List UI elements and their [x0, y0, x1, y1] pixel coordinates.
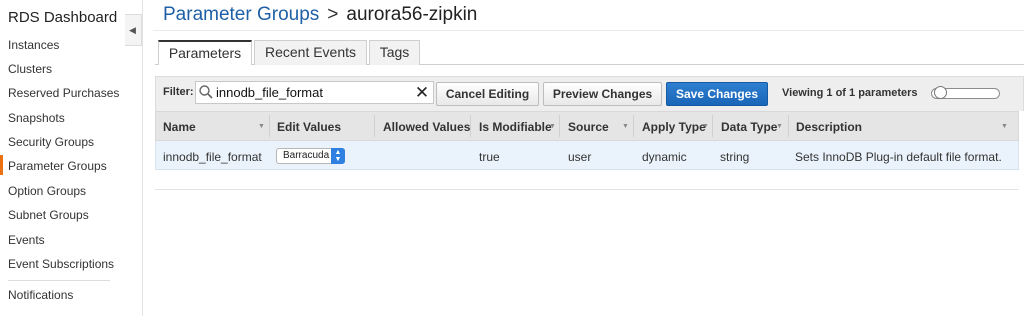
cell-data-type: string — [720, 150, 750, 164]
cell-apply-type: dynamic — [642, 150, 687, 164]
filter-input[interactable] — [216, 84, 411, 101]
column-header-is-modifiable[interactable]: Is Modifiable — [479, 120, 552, 134]
edit-value-select[interactable]: Barracuda ▲ ▼ — [276, 148, 345, 164]
sidebar-item-snapshots[interactable]: Snapshots — [8, 111, 65, 125]
active-item-marker — [0, 155, 3, 175]
filter-label: Filter: — [163, 86, 194, 98]
breadcrumb: Parameter Groups > aurora56-zipkin — [163, 4, 477, 26]
column-divider — [712, 115, 713, 137]
column-header-source[interactable]: Source — [568, 120, 609, 134]
sidebar-title[interactable]: RDS Dashboard — [8, 9, 117, 26]
chevron-up-down-icon[interactable]: ▲ ▼ — [331, 148, 345, 164]
sort-arrow-icon[interactable]: ▼ — [258, 123, 265, 130]
sidebar-item-parameter-groups[interactable]: Parameter Groups — [8, 159, 107, 173]
breadcrumb-parameter-groups-link[interactable]: Parameter Groups — [163, 4, 319, 25]
close-icon[interactable]: ✕ — [413, 83, 431, 102]
sidebar-item-reserved-purchases[interactable]: Reserved Purchases — [8, 86, 119, 100]
sidebar-collapse-button[interactable]: ◀ — [125, 14, 142, 46]
sidebar-edge — [142, 0, 143, 316]
table-bottom-divider — [155, 189, 1019, 190]
sidebar-item-clusters[interactable]: Clusters — [8, 62, 52, 76]
sidebar-divider — [8, 280, 110, 281]
cancel-editing-button[interactable]: Cancel Editing — [436, 82, 539, 106]
column-divider — [269, 115, 270, 137]
toggle-knob[interactable] — [934, 86, 947, 99]
breadcrumb-separator: > — [327, 4, 339, 25]
column-divider — [470, 115, 471, 137]
tab-recent-events[interactable]: Recent Events — [254, 40, 367, 65]
column-header-description[interactable]: Description — [796, 120, 862, 134]
sidebar-item-subnet-groups[interactable]: Subnet Groups — [8, 208, 89, 222]
sidebar-item-security-groups[interactable]: Security Groups — [8, 135, 94, 149]
filter-input-box[interactable]: ✕ — [195, 81, 434, 104]
sort-arrow-icon[interactable]: ▼ — [622, 123, 629, 130]
sidebar-item-option-groups[interactable]: Option Groups — [8, 184, 86, 198]
cell-description: Sets InnoDB Plug-in default file format. — [795, 150, 1002, 164]
sort-arrow-icon[interactable]: ▼ — [776, 123, 783, 130]
magnifier-icon — [199, 85, 213, 99]
sidebar: RDS Dashboard Instances Clusters Reserve… — [0, 0, 125, 316]
sort-arrow-icon[interactable]: ▼ — [702, 123, 709, 130]
column-header-data-type[interactable]: Data Type — [721, 120, 777, 134]
cell-source: user — [568, 150, 592, 164]
tab-parameters[interactable]: Parameters — [158, 40, 252, 65]
header-divider — [153, 30, 1024, 31]
column-header-edit-values[interactable]: Edit Values — [277, 120, 341, 134]
column-divider — [633, 115, 634, 137]
column-divider — [559, 115, 560, 137]
triangle-left-icon: ◀ — [129, 25, 136, 35]
sidebar-item-event-subscriptions[interactable]: Event Subscriptions — [8, 257, 114, 271]
save-changes-button[interactable]: Save Changes — [666, 82, 768, 106]
sidebar-item-events[interactable]: Events — [8, 233, 45, 247]
sort-arrow-icon[interactable]: ▼ — [549, 123, 556, 130]
sidebar-item-instances[interactable]: Instances — [8, 38, 59, 52]
select-value: Barracuda — [283, 150, 330, 161]
viewing-count: Viewing 1 of 1 parameters — [782, 87, 918, 99]
column-divider — [788, 115, 789, 137]
sidebar-item-notifications[interactable]: Notifications — [8, 288, 73, 302]
column-header-allowed-values[interactable]: Allowed Values — [383, 120, 470, 134]
preview-changes-button[interactable]: Preview Changes — [543, 82, 662, 106]
column-header-name[interactable]: Name — [163, 120, 196, 134]
tab-tags[interactable]: Tags — [369, 40, 420, 65]
display-toggle[interactable] — [931, 86, 1000, 99]
column-divider — [374, 115, 375, 137]
column-header-apply-type[interactable]: Apply Type — [642, 120, 706, 134]
sort-arrow-icon[interactable]: ▼ — [1001, 123, 1008, 130]
cell-is-modifiable: true — [479, 150, 500, 164]
page-title: aurora56-zipkin — [346, 4, 478, 25]
cell-name: innodb_file_format — [163, 150, 262, 164]
